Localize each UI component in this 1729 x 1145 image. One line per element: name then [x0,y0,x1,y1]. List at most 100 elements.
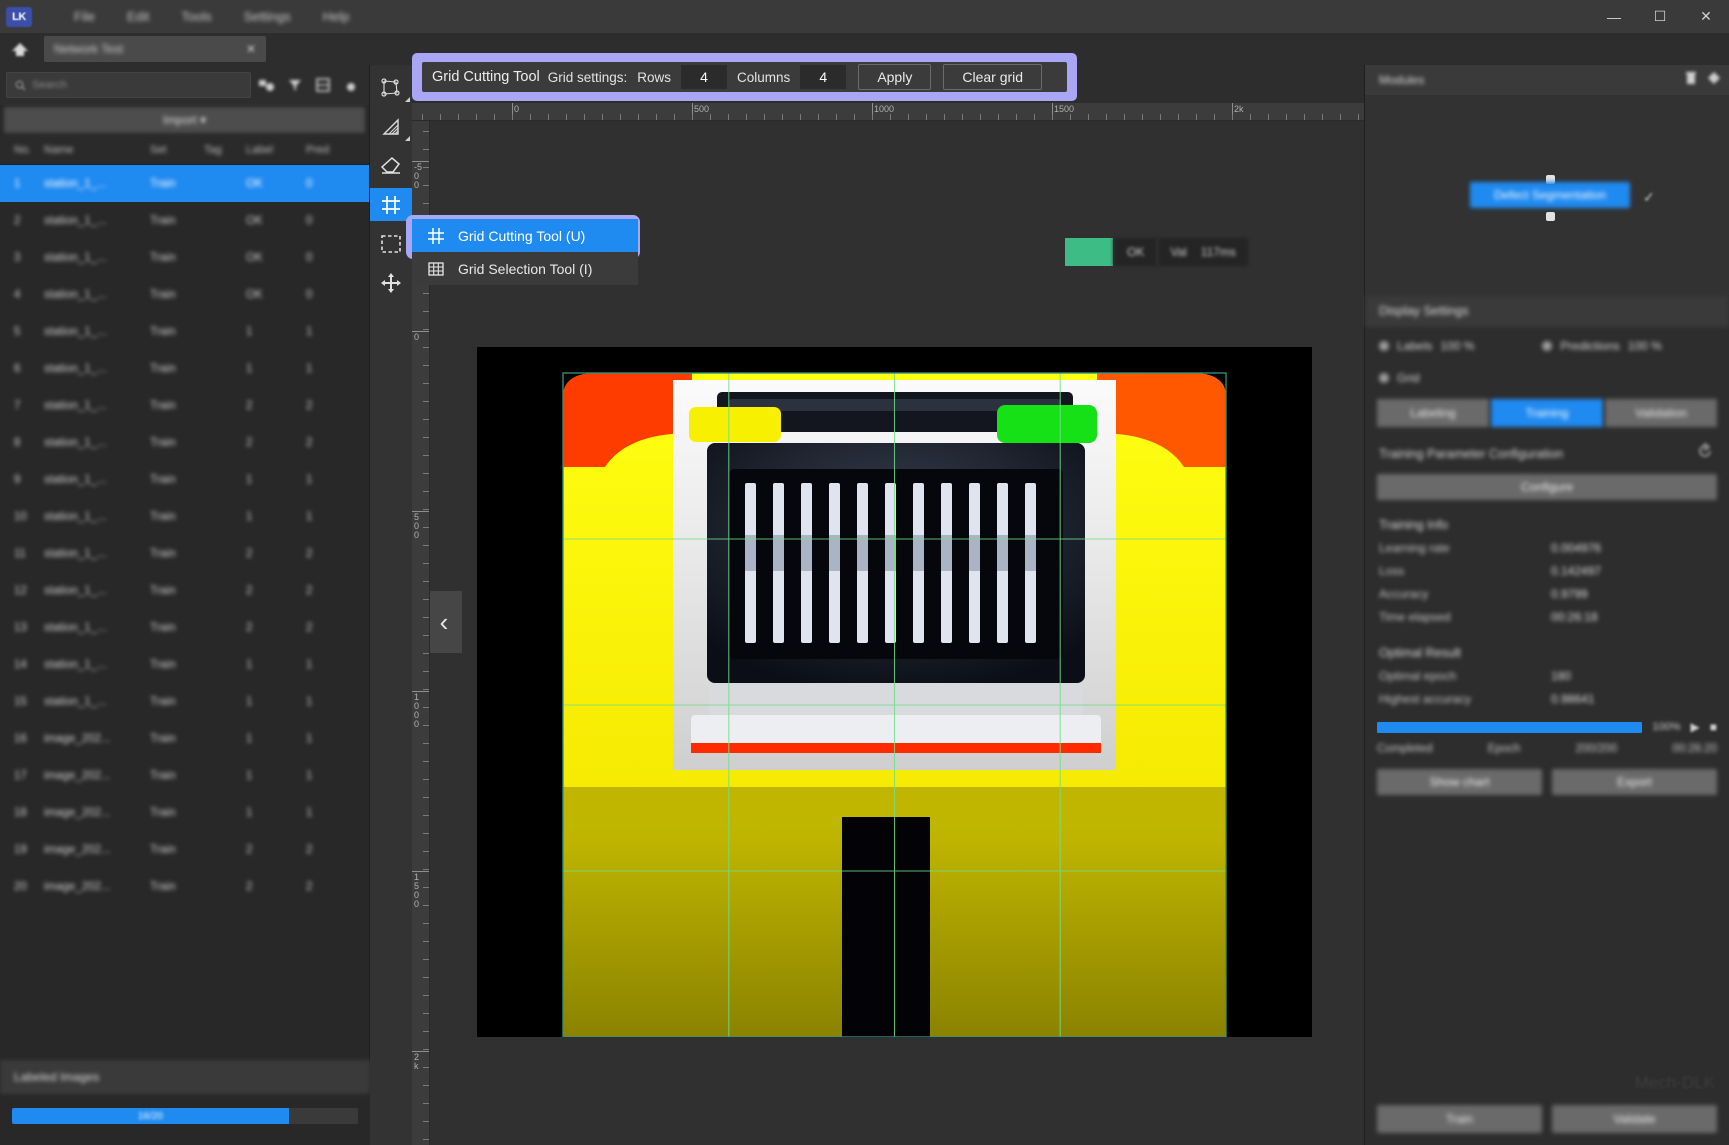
ruler-minor-tick [423,437,429,438]
rows-input[interactable]: 4 [681,65,728,89]
table-row[interactable]: 4 station_1_... Train OK 0 [0,276,369,313]
table-row[interactable]: 9 station_1_... Train 1 1 [0,461,369,498]
table-row[interactable]: 2 station_1_... Train OK 0 [0,202,369,239]
ruler-minor-tick [423,977,429,978]
columns-input[interactable]: 4 [800,65,847,89]
play-icon[interactable]: ▶ [1691,720,1700,734]
maximize-button[interactable]: ☐ [1637,0,1683,33]
table-row[interactable]: 11 station_1_... Train 2 2 [0,535,369,572]
ruler-minor-tick [566,114,567,120]
move-tool[interactable] [370,266,412,299]
cell-label: OK [246,214,263,227]
menu-edit[interactable]: Edit [111,5,165,28]
ruler-minor-tick [423,617,429,618]
clear-grid-button[interactable]: Clear grid [943,64,1043,90]
import-button[interactable]: Import ▾ [4,107,365,133]
configure-button[interactable]: Configure [1377,474,1717,500]
module-node-defect-segmentation[interactable]: Defect Segmentation [1470,182,1630,208]
tab-training[interactable]: Training [1491,399,1603,427]
labeled-images-progress-fill: 16/20 [12,1108,289,1124]
app-logo: LK [6,6,32,27]
grid-radio-icon[interactable] [1379,373,1389,383]
cell-set: Train [150,547,176,560]
node-output-port[interactable] [1546,212,1555,221]
info-key: Learning rate [1379,541,1450,555]
tab-labeling[interactable]: Labeling [1377,399,1489,427]
validate-button[interactable]: Validate [1552,1105,1717,1133]
sort-icon[interactable] [283,73,307,97]
table-row[interactable]: 20 image_202... Train 2 2 [0,868,369,905]
predictions-radio-icon[interactable] [1542,341,1553,351]
menu-item-grid-selection-tool[interactable]: Grid Selection Tool (I) [412,252,638,285]
epoch-value: 200/200 [1575,743,1618,755]
cell-pred: 0 [306,214,313,227]
table-row[interactable]: 13 station_1_... Train 2 2 [0,609,369,646]
predictions-toggle[interactable]: Predictions 100 % [1542,339,1662,353]
table-row[interactable]: 12 station_1_... Train 2 2 [0,572,369,609]
reset-icon[interactable] [1697,442,1713,464]
labels-label: Labels [1397,339,1433,353]
table-row[interactable]: 3 station_1_... Train OK 0 [0,239,369,276]
labels-toggle[interactable]: Labels 100 % [1379,339,1474,353]
train-button[interactable]: Train [1377,1105,1542,1133]
measure-tool-flyout-indicator[interactable] [405,136,410,141]
delete-icon[interactable] [1685,71,1697,90]
labels-radio-icon[interactable] [1379,341,1389,351]
ruler-minor-tick [530,114,531,120]
export-button[interactable]: Export [1552,769,1717,795]
table-row[interactable]: 5 station_1_... Train 1 1 [0,313,369,350]
table-row[interactable]: 10 station_1_... Train 1 1 [0,498,369,535]
polygon-tool[interactable] [370,71,412,104]
table-row[interactable]: 14 station_1_... Train 1 1 [0,646,369,683]
minimize-button[interactable]: — [1591,0,1637,33]
more-icon[interactable] [339,73,363,97]
workpiece-image[interactable] [477,347,1312,1038]
menu-item-grid-cutting-tool[interactable]: Grid Cutting Tool (U) [412,219,638,252]
search-input[interactable]: Search [6,72,251,98]
previous-image-button[interactable]: ‹ [430,591,462,653]
menu-settings[interactable]: Settings [228,5,307,28]
module-graph-canvas[interactable]: Defect Segmentation ✓ [1365,95,1729,295]
table-row[interactable]: 1 station_1_... Train OK 0 [0,165,369,202]
grid-cutting-tool[interactable] [370,188,412,221]
add-module-icon[interactable] [1707,71,1721,90]
cell-no: 19 [14,843,27,856]
project-tab-close-icon[interactable]: ✕ [246,42,256,56]
table-row[interactable]: 8 station_1_... Train 2 2 [0,424,369,461]
ruler-minor-tick [1196,114,1197,120]
cell-label: 2 [246,621,253,634]
project-tab[interactable]: Network Test ✕ [44,36,266,62]
table-row[interactable]: 6 station_1_... Train 1 1 [0,350,369,387]
eraser-tool[interactable] [370,149,412,182]
table-row[interactable]: 7 station_1_... Train 2 2 [0,387,369,424]
cell-no: 17 [14,769,27,782]
menu-help[interactable]: Help [307,5,366,28]
measure-tool[interactable] [370,110,412,143]
filter-icon[interactable] [255,73,279,97]
home-icon[interactable] [6,34,34,64]
tab-validation[interactable]: Validation [1605,399,1717,427]
image-table-body[interactable]: 1 station_1_... Train OK 0 2 station_1_... Trai… [0,165,369,1045]
table-row[interactable]: 19 image_202... Train 2 2 [0,831,369,868]
table-row[interactable]: 17 image_202... Train 1 1 [0,757,369,794]
training-info-row: Loss 0.142497 [1365,555,1729,578]
menu-tools[interactable]: Tools [165,5,227,28]
menu-file[interactable]: File [58,5,111,28]
labeled-images-progress: 16/20 [12,1108,358,1124]
horizontal-ruler[interactable]: 0500100015002k2500 [412,103,1364,121]
ruler-minor-tick [423,1049,429,1050]
ruler-minor-tick [818,114,819,120]
ruler-minor-tick [423,887,429,888]
table-row[interactable]: 15 station_1_... Train 1 1 [0,683,369,720]
table-row[interactable]: 18 image_202... Train 1 1 [0,794,369,831]
polygon-tool-flyout-indicator[interactable] [405,97,410,102]
show-chart-button[interactable]: Show chart [1377,769,1542,795]
cell-pred: 1 [306,658,313,671]
close-button[interactable]: ✕ [1683,0,1729,33]
stop-icon[interactable]: ■ [1710,720,1717,734]
table-row[interactable]: 16 image_202... Train 1 1 [0,720,369,757]
info-key: Loss [1379,564,1405,578]
apply-button[interactable]: Apply [858,64,932,90]
grid-view-icon[interactable] [311,73,335,97]
grid-toggle[interactable]: Grid [1379,371,1420,385]
